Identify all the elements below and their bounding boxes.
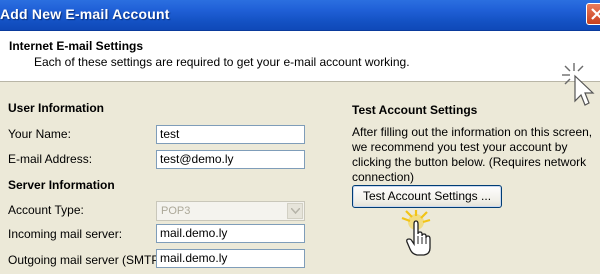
email-field[interactable]: test@demo.ly [156,150,305,169]
title-bar: Add New E-mail Account [0,0,600,31]
header-title: Internet E-mail Settings [9,39,144,53]
outgoing-server-field[interactable]: mail.demo.ly [156,249,305,268]
hand-pointer-icon [401,210,431,256]
name-label: Your Name: [8,127,71,141]
outgoing-server-label: Outgoing mail server (SMTP): [8,253,167,267]
test-settings-heading: Test Account Settings [352,103,478,117]
user-info-heading: User Information [8,101,105,115]
test-account-settings-button[interactable]: Test Account Settings ... [352,185,502,208]
close-icon [591,8,600,20]
dropdown-button[interactable] [287,203,303,219]
cursor-click-icon [562,63,595,106]
account-type-value: POP3 [161,205,191,217]
name-field[interactable]: test [156,125,305,144]
test-settings-description: After filling out the information on thi… [352,125,593,184]
account-type-label: Account Type: [8,203,84,217]
server-info-heading: Server Information [8,178,115,192]
header-description: Each of these settings are required to g… [34,55,410,69]
dialog-header: Internet E-mail Settings Each of these s… [0,31,600,106]
email-label: E-mail Address: [8,152,93,166]
close-button[interactable] [586,3,600,25]
account-type-select[interactable]: POP3 [156,201,305,221]
dropdown-arrow-icon [291,208,300,214]
incoming-server-field[interactable]: mail.demo.ly [156,224,305,243]
window-title: Add New E-mail Account [0,6,170,22]
incoming-server-label: Incoming mail server: [8,227,123,241]
